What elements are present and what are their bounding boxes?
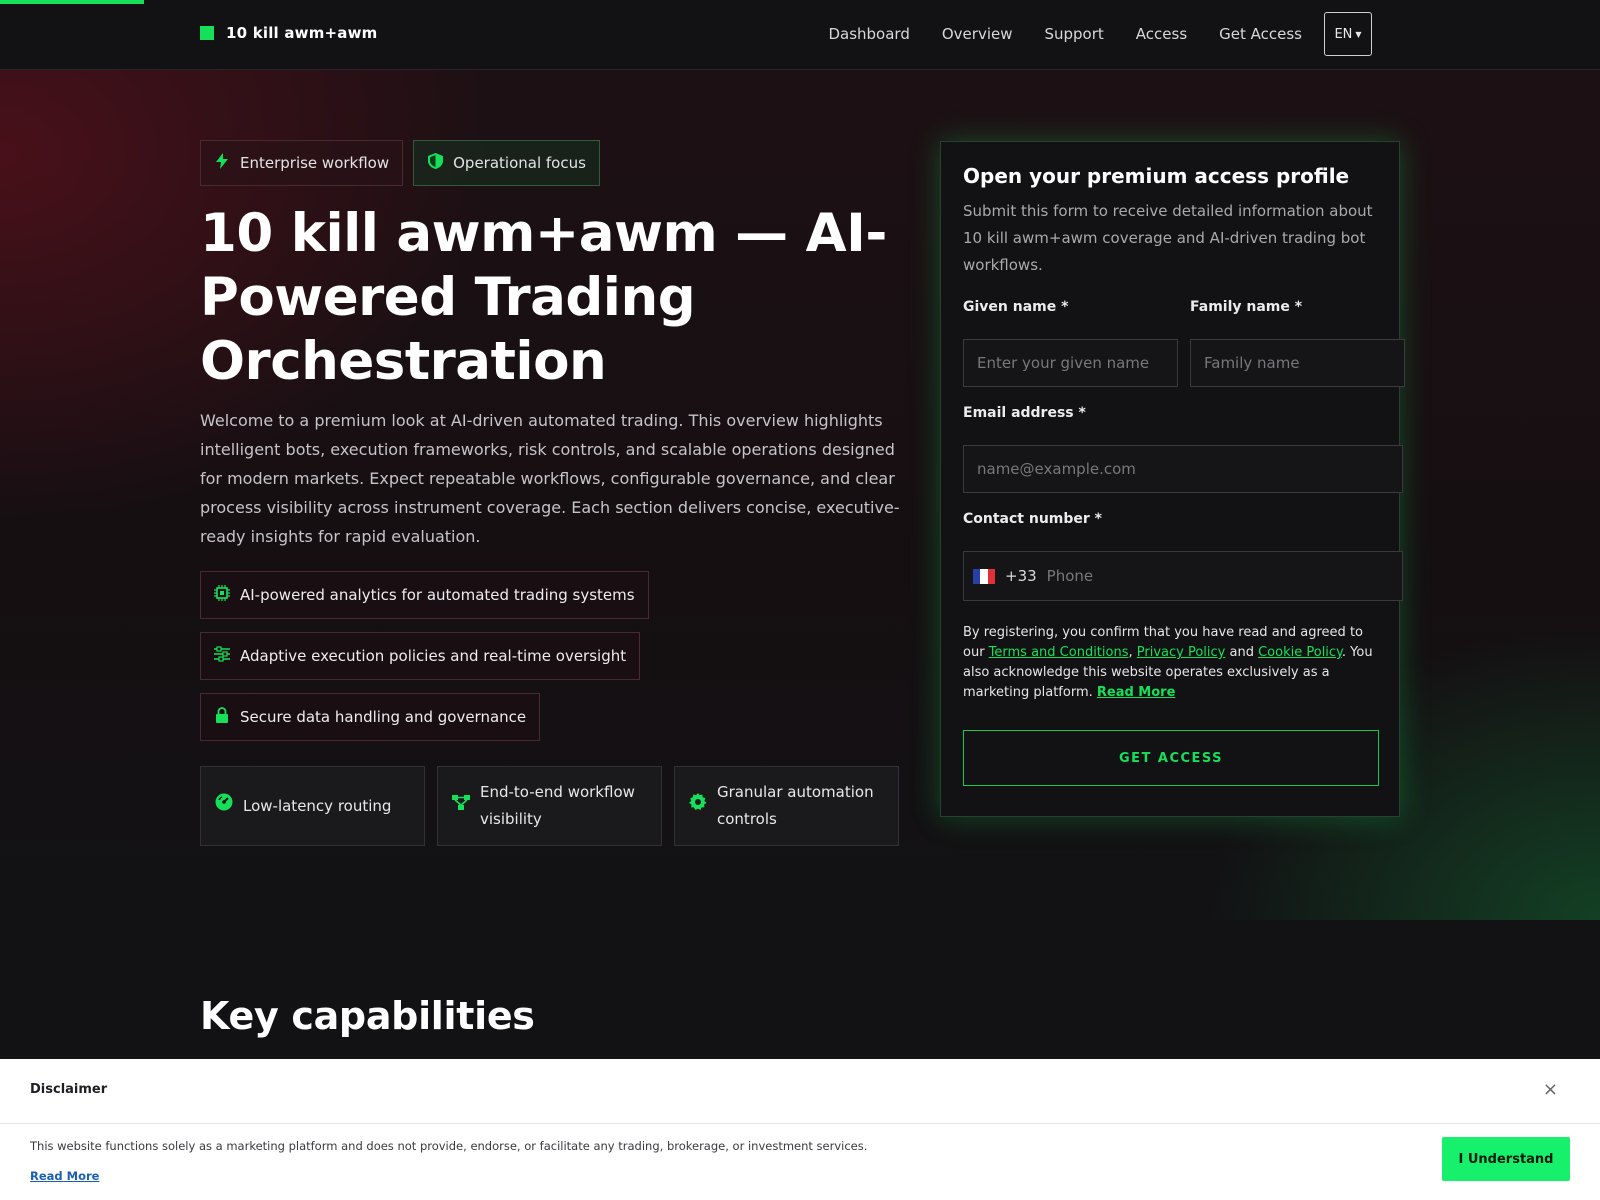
terms-link[interactable]: Terms and Conditions (989, 645, 1129, 660)
section-title: Key capabilities (200, 994, 535, 1038)
nav-get-access[interactable]: Get Access (1219, 12, 1302, 56)
gear-icon (689, 792, 707, 820)
form-subtitle: Submit this form to receive detailed inf… (963, 202, 1373, 274)
disclaimer-text: This website functions solely as a marke… (30, 1139, 868, 1153)
family-name-group: Family name * (1190, 299, 1405, 387)
nav-overview[interactable]: Overview (942, 12, 1013, 56)
chip-enterprise-workflow: Enterprise workflow (200, 140, 404, 186)
brand-square-icon (200, 26, 214, 40)
language-selector[interactable]: EN ▼ (1324, 12, 1372, 56)
legal-consent: By registering, you confirm that you hav… (963, 623, 1373, 703)
email-group: Email address * (963, 405, 1403, 493)
given-name-group: Given name * (963, 299, 1178, 387)
privacy-link[interactable]: Privacy Policy (1137, 645, 1226, 660)
gauge-icon (215, 793, 233, 820)
legal-sep: and (1225, 645, 1259, 660)
close-icon[interactable]: × (1543, 1079, 1558, 1100)
card-label: End-to-end workflow visibility (480, 783, 635, 828)
caret-down-icon: ▼ (1355, 29, 1362, 39)
email-input[interactable] (963, 445, 1403, 493)
scroll-progress-bar (0, 0, 144, 4)
feature-label: Adaptive execution policies and real-tim… (240, 647, 627, 665)
nav-access[interactable]: Access (1136, 12, 1187, 56)
disclaimer-banner: Disclaimer × This website functions sole… (0, 1059, 1600, 1200)
main-nav: Dashboard Overview Support Access Get Ac… (828, 12, 1372, 56)
sliders-icon (214, 646, 230, 666)
feature-execution: Adaptive execution policies and real-tim… (200, 632, 641, 680)
card-low-latency: Low-latency routing (200, 766, 425, 846)
workflow-icon (452, 793, 470, 820)
nav-support[interactable]: Support (1044, 12, 1103, 56)
phone-field: +33 (963, 551, 1403, 601)
form-read-more-link[interactable]: Read More (1097, 685, 1176, 700)
language-code: EN (1334, 26, 1353, 42)
email-label: Email address * (963, 405, 1086, 421)
chip-icon (214, 585, 230, 605)
family-name-input[interactable] (1190, 339, 1405, 387)
cookie-link[interactable]: Cookie Policy (1258, 645, 1342, 660)
capability-cards: Low-latency routing End-to-end workflow … (200, 766, 899, 846)
brand-name: 10 kill awm+awm (226, 24, 378, 42)
chip-label: Enterprise workflow (240, 154, 390, 172)
phone-input[interactable] (1046, 567, 1393, 585)
disclaimer-header: Disclaimer × (0, 1059, 1600, 1124)
disclaimer-title: Disclaimer (30, 1082, 108, 1097)
given-name-input[interactable] (963, 339, 1178, 387)
france-flag-icon[interactable] (973, 568, 995, 584)
dial-code: +33 (1005, 567, 1037, 585)
hero-title: 10 kill awm+awm — AI-Powered Trading Orc… (200, 203, 887, 392)
get-access-button[interactable]: GET ACCESS (963, 730, 1379, 786)
feature-list: AI-powered analytics for automated tradi… (200, 571, 649, 754)
card-label: Granular automation controls (717, 783, 874, 828)
phone-label: Contact number * (963, 511, 1103, 527)
legal-sep: , (1128, 645, 1137, 660)
brand-logo[interactable]: 10 kill awm+awm (200, 24, 378, 42)
family-name-label: Family name * (1190, 299, 1303, 315)
feature-label: Secure data handling and governance (240, 708, 527, 726)
chip-label: Operational focus (453, 154, 586, 172)
lock-icon (214, 707, 230, 727)
feature-label: AI-powered analytics for automated tradi… (240, 586, 635, 604)
hero-chips: Enterprise workflow Operational focus (200, 140, 600, 186)
nav-dashboard[interactable]: Dashboard (828, 12, 909, 56)
bolt-icon (214, 153, 230, 173)
phone-group: Contact number * +33 (963, 511, 1403, 601)
access-form: Open your premium access profile Submit … (940, 141, 1405, 817)
hero-intro: Welcome to a premium look at AI-driven a… (200, 411, 900, 546)
top-navbar: 10 kill awm+awm Dashboard Overview Suppo… (0, 0, 1600, 70)
feature-analytics: AI-powered analytics for automated tradi… (200, 571, 649, 619)
feature-security: Secure data handling and governance (200, 693, 541, 741)
form-title: Open your premium access profile (963, 164, 1350, 188)
given-name-label: Given name * (963, 299, 1069, 315)
disclaimer-read-more-link[interactable]: Read More (30, 1169, 99, 1183)
shield-icon (427, 153, 443, 173)
card-label: Low-latency routing (243, 796, 392, 815)
chip-operational-focus: Operational focus (413, 140, 600, 186)
card-automation-controls: Granular automation controls (674, 766, 899, 846)
i-understand-button[interactable]: I Understand (1442, 1137, 1570, 1181)
card-workflow-visibility: End-to-end workflow visibility (437, 766, 662, 846)
